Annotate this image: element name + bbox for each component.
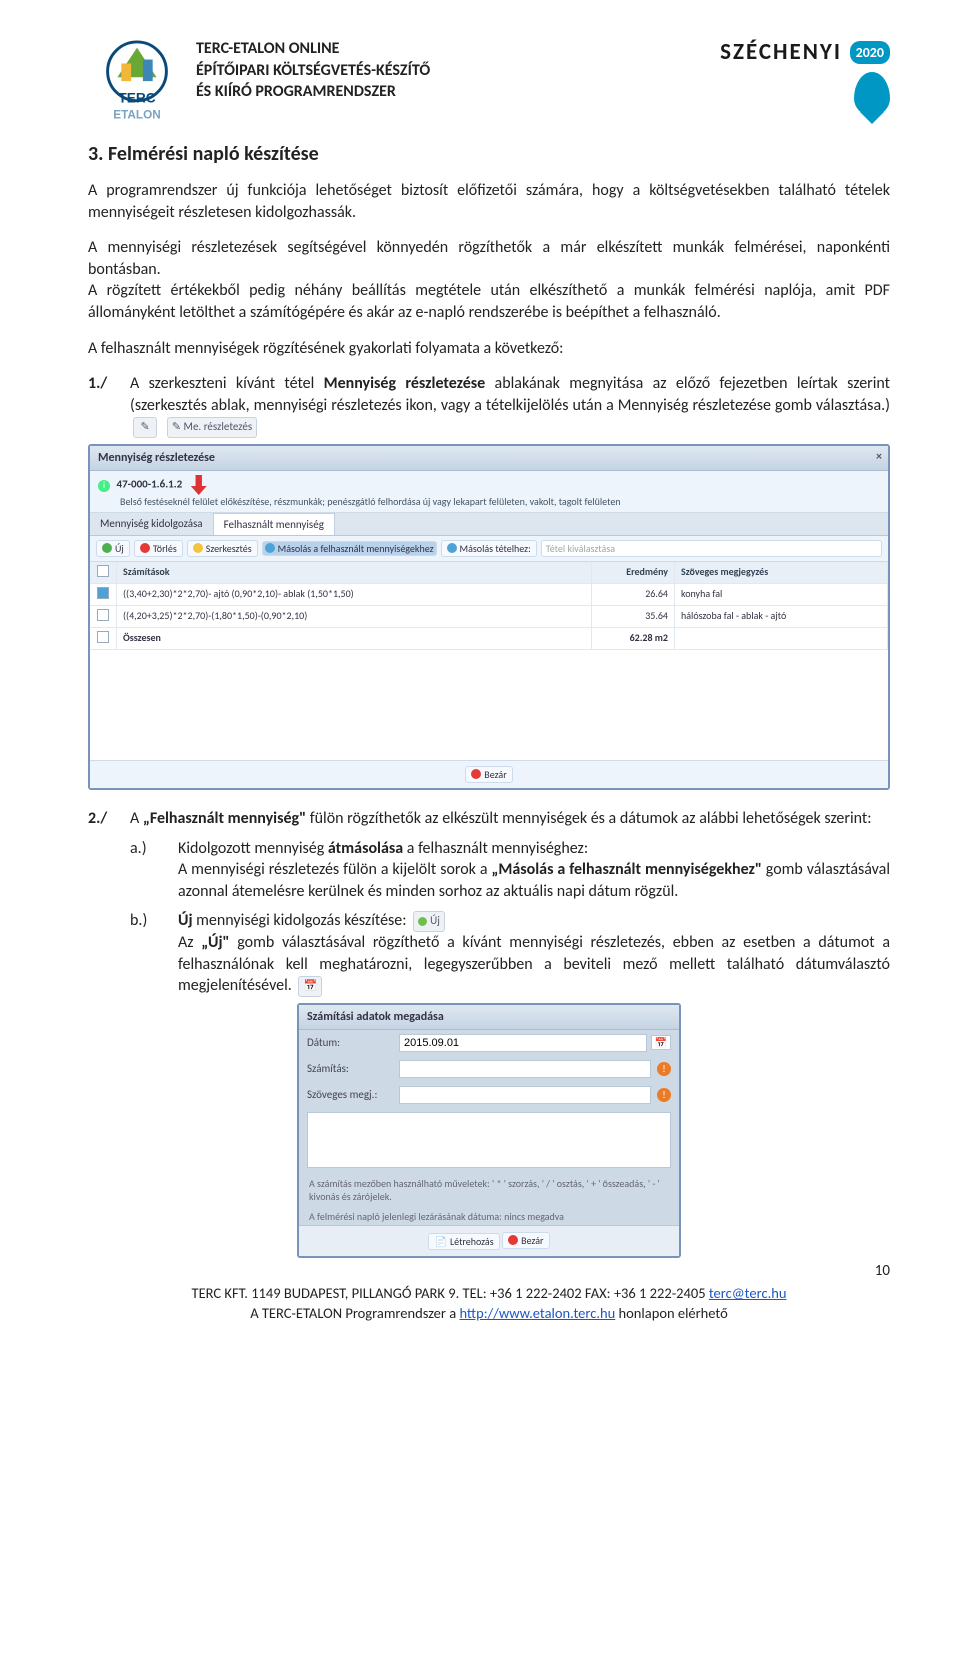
- url-link[interactable]: http://www.etalon.terc.hu: [459, 1304, 615, 1322]
- warning-icon: !: [657, 1062, 671, 1076]
- masolas-felhasznalt-button[interactable]: Másolás a felhasznált mennyiségekhez: [262, 541, 437, 556]
- step-1: 1./ A szerkeszteni kívánt tétel Mennyisé…: [88, 373, 890, 438]
- torles-button[interactable]: Törlés: [134, 540, 183, 557]
- hint-2: A felmérési napló jelenlegi lezárásának …: [299, 1205, 679, 1225]
- calc-input[interactable]: [399, 1060, 651, 1078]
- col-megjegyzes: Szöveges megjegyzés: [675, 562, 888, 583]
- warning-icon: !: [657, 1088, 671, 1102]
- paragraph-4: A felhasznált mennyiségek rögzítésének g…: [88, 338, 890, 360]
- tab-felhasznalt-mennyiseg[interactable]: Felhasznált mennyiség: [214, 513, 335, 535]
- step-1-body: A szerkeszteni kívánt tétel Mennyiség ré…: [130, 373, 890, 438]
- paragraph-2-3: A mennyiségi részletezések segítségével …: [88, 237, 890, 323]
- note-input[interactable]: [399, 1086, 651, 1104]
- data-grid: Számítások Eredmény Szöveges megjegyzés …: [90, 562, 888, 650]
- table-row[interactable]: ((4,20+3,25)*2*2,70)-(1,80*1,50)-(0,90*2…: [90, 606, 888, 628]
- date-label: Dátum:: [307, 1036, 399, 1049]
- uj-button[interactable]: Új: [96, 540, 130, 557]
- col-szamitasok: Számítások: [117, 562, 592, 583]
- screenshot-mennyiseg-reszletezese: Mennyiség részletezése × i 47-000-1.6.1.…: [88, 444, 890, 790]
- close-icon[interactable]: ×: [876, 450, 882, 464]
- tetel-select[interactable]: Tétel kiválasztása: [541, 540, 882, 557]
- row-check[interactable]: [97, 631, 109, 643]
- table-row[interactable]: ((3,40+2,30)*2*2,70)- ajtó (0,90*2,10)- …: [90, 584, 888, 606]
- me-reszletezes-button[interactable]: ✎ Me. részletezés: [167, 417, 257, 438]
- page-footer: TERC KFT. 1149 BUDAPEST, PILLANGÓ PARK 9…: [88, 1284, 890, 1323]
- step-1-number: 1./: [88, 373, 130, 438]
- step-2-number: 2./: [88, 808, 130, 997]
- masolas-tetelhez-button[interactable]: Másolás tételhez:: [441, 540, 537, 557]
- row-check[interactable]: [97, 609, 109, 621]
- tab-mennyiseg-kidolgozasa[interactable]: Mennyiség kidolgozása: [90, 513, 214, 535]
- note-textarea[interactable]: [307, 1112, 671, 1168]
- section-title: 3. Felmérési napló készítése: [88, 142, 890, 166]
- szechenyi-logo: SZÉCHENYI 2020: [720, 38, 890, 116]
- date-input[interactable]: [399, 1034, 647, 1052]
- doc-header: TERC ETALON TERC-ETALON ONLINE ÉPÍTŐIPAR…: [88, 38, 890, 126]
- step-2a: a.) Kidolgozott mennyiség átmásolása a f…: [130, 838, 890, 903]
- tab-bar: Mennyiség kidolgozása Felhasznált mennyi…: [90, 513, 888, 536]
- header-line1: TERC-ETALON ONLINE: [196, 38, 430, 60]
- dialog-title-bar: Mennyiség részletezése ×: [90, 446, 888, 471]
- header-text: TERC-ETALON ONLINE ÉPÍTŐIPARI KÖLTSÉGVET…: [196, 38, 430, 103]
- col-eredmeny: Eredmény: [592, 562, 675, 583]
- bezar-button[interactable]: Bezár: [502, 1232, 549, 1249]
- toolbar: Új Törlés Szerkesztés Másolás a felhaszn…: [90, 536, 888, 562]
- mail-link[interactable]: terc@terc.hu: [709, 1284, 787, 1302]
- hint-1: A számítás mezőben használható műveletek…: [299, 1172, 679, 1205]
- step-2b: b.) Új mennyiségi kidolgozás készítése: …: [130, 910, 890, 996]
- calendar-icon[interactable]: 📅: [298, 976, 322, 997]
- item-header: i 47-000-1.6.1.2 Belső festéseknél felül…: [90, 471, 888, 513]
- szerkesztes-button[interactable]: Szerkesztés: [187, 540, 258, 557]
- paragraph-1: A programrendszer új funkciója lehetőség…: [88, 180, 890, 223]
- row-check[interactable]: [97, 587, 109, 599]
- datepicker-icon[interactable]: 📅: [651, 1035, 671, 1050]
- info-icon: i: [98, 480, 110, 492]
- check-all[interactable]: [97, 565, 109, 577]
- header-line2: ÉPÍTŐIPARI KÖLTSÉGVETÉS-KÉSZÍTŐ: [196, 60, 430, 82]
- step-2a-label: a.): [130, 838, 178, 903]
- terc-etalon-logo: TERC ETALON: [88, 38, 186, 126]
- szechenyi-text: SZÉCHENYI: [720, 38, 842, 66]
- step-2-body: A „Felhasznált mennyiség" fülön rögzíthe…: [130, 808, 890, 997]
- letrehozas-button[interactable]: 📄 Létrehozás: [428, 1233, 499, 1250]
- bezar-button[interactable]: Bezár: [465, 766, 512, 783]
- step-2: 2./ A „Felhasznált mennyiség" fülön rögz…: [88, 808, 890, 997]
- note-label: Szöveges megj.:: [307, 1088, 399, 1101]
- map-pin-icon: [854, 72, 890, 116]
- svg-text:TERC: TERC: [118, 91, 155, 106]
- table-row-total: Összesen 62.28 m2: [90, 628, 888, 650]
- red-arrow-icon: [191, 475, 207, 495]
- uj-chip[interactable]: Új: [413, 911, 445, 932]
- step-2b-label: b.): [130, 910, 178, 996]
- header-line3: ÉS KIÍRÓ PROGRAMRENDSZER: [196, 81, 430, 103]
- screenshot-szamitasi-adatok: Számítási adatok megadása Dátum: 📅 Számí…: [297, 1003, 681, 1259]
- blank-area: [90, 650, 888, 760]
- svg-text:ETALON: ETALON: [113, 108, 160, 121]
- page-number: 10: [88, 1262, 890, 1280]
- calc-label: Számítás:: [307, 1062, 399, 1075]
- toolbar-icon-placeholder: ✎: [133, 417, 157, 438]
- dialog-title: Számítási adatok megadása: [299, 1005, 679, 1030]
- szechenyi-year: 2020: [850, 41, 890, 64]
